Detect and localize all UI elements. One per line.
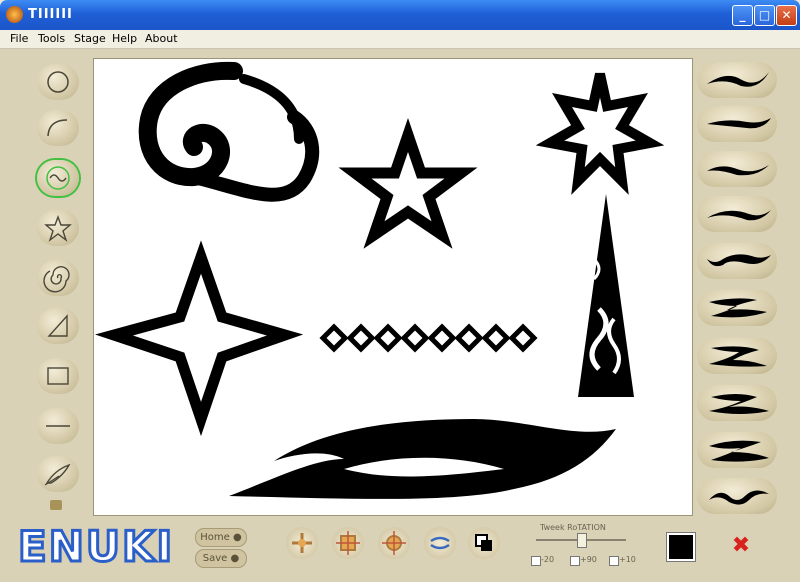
- star-tool[interactable]: [37, 210, 79, 246]
- eight-point-star-shape: [535, 72, 665, 195]
- rotate-plus-10-label: +10: [619, 555, 636, 564]
- brush-stroke-icon: [709, 394, 769, 414]
- star-icon: [44, 215, 72, 242]
- five-point-star-shape: [338, 118, 478, 249]
- brush-stroke-icon: [709, 346, 767, 367]
- delete-icon[interactable]: ✖: [727, 533, 755, 559]
- minimize-button[interactable]: _: [732, 5, 753, 26]
- arc-icon: [47, 119, 68, 137]
- swoosh-shape: [229, 419, 616, 499]
- save-button-label: Save: [202, 553, 228, 564]
- rotate-plus-90-checkbox[interactable]: [570, 556, 580, 566]
- brush-style-3[interactable]: [697, 151, 777, 187]
- brush-stroke-icon: [707, 118, 771, 129]
- menu-stage[interactable]: Stage: [74, 32, 106, 45]
- brush-stroke-icon: [707, 72, 769, 87]
- rotate-minus-20-label: -20: [541, 555, 555, 564]
- home-button-label: Home: [200, 532, 230, 543]
- four-point-star-shape: [95, 240, 304, 437]
- rotate-plus-10-checkbox[interactable]: [609, 556, 619, 566]
- brush-style-7[interactable]: [697, 338, 777, 374]
- brush-style-9[interactable]: [697, 432, 777, 468]
- circle-tool[interactable]: [37, 64, 79, 100]
- wave-tool[interactable]: [37, 160, 79, 196]
- brush-style-1[interactable]: [697, 62, 777, 98]
- brush-stroke-icon: [707, 165, 769, 176]
- brush-stroke-icon: [707, 254, 771, 267]
- title-bar: TIIIIII _ □ ✕: [0, 0, 800, 30]
- close-button[interactable]: ✕: [776, 5, 797, 26]
- rotation-slider-thumb[interactable]: [577, 533, 587, 548]
- rotate-minus-20-checkbox[interactable]: [531, 556, 541, 566]
- menu-file[interactable]: File: [10, 32, 28, 45]
- color-picker-button[interactable]: [666, 532, 696, 562]
- app-logo: ENUKI: [16, 521, 175, 573]
- spiral-icon: [43, 266, 70, 293]
- menu-help[interactable]: Help: [112, 32, 137, 45]
- brush-stroke-icon: [709, 490, 769, 505]
- drawing-canvas[interactable]: [93, 58, 693, 516]
- brush-stroke-icon: [709, 298, 767, 318]
- brush-stroke-icon: [707, 210, 771, 221]
- line-icon: [46, 425, 70, 427]
- color-swatch[interactable]: [50, 500, 62, 510]
- move-tool-button[interactable]: [286, 527, 318, 559]
- brush-style-10[interactable]: [697, 478, 777, 514]
- arc-tool[interactable]: [37, 110, 79, 146]
- scale-icon: [336, 531, 360, 555]
- rotate-plus-90-label: +90: [580, 555, 597, 564]
- spiral-tool[interactable]: [37, 260, 79, 296]
- menu-about[interactable]: About: [145, 32, 178, 45]
- feather-tool[interactable]: [37, 456, 79, 492]
- menu-tools[interactable]: Tools: [38, 32, 65, 45]
- menu-bar: File Tools Stage Help About: [0, 30, 800, 49]
- tower-shape: [578, 194, 634, 397]
- flip-tool-button[interactable]: [424, 527, 456, 559]
- wave-icon: [46, 166, 70, 190]
- spiral-shape: [138, 61, 320, 202]
- rectangle-icon: [47, 367, 69, 385]
- brush-style-5[interactable]: [697, 243, 777, 279]
- brush-stroke-icon: [709, 440, 769, 462]
- brush-style-6[interactable]: [697, 290, 777, 326]
- window-title: TIIIIII: [28, 7, 73, 22]
- maximize-button[interactable]: □: [754, 5, 775, 26]
- diamond-chain-shape: [319, 323, 538, 353]
- layers-icon: [475, 534, 492, 551]
- rotate-icon: [382, 531, 406, 555]
- save-button[interactable]: Save ●: [195, 549, 247, 568]
- rectangle-tool[interactable]: [37, 358, 79, 394]
- slider-label: Tweek RoTATION: [540, 523, 606, 532]
- layer-order-button[interactable]: [468, 527, 500, 559]
- feather-icon: [44, 463, 71, 486]
- canvas-drawing: [95, 61, 665, 499]
- line-tool[interactable]: [37, 408, 79, 444]
- app-icon: [6, 6, 23, 23]
- circle-icon: [47, 71, 69, 93]
- home-button[interactable]: Home ●: [195, 528, 247, 547]
- scale-tool-button[interactable]: [332, 527, 364, 559]
- rotate-tool-button[interactable]: [378, 527, 410, 559]
- triangle-tool[interactable]: [37, 308, 79, 344]
- move-icon: [292, 533, 312, 553]
- brush-style-8[interactable]: [697, 385, 777, 421]
- brush-style-4[interactable]: [697, 196, 777, 232]
- flip-icon: [430, 536, 450, 550]
- brush-style-2[interactable]: [697, 106, 777, 142]
- triangle-icon: [47, 314, 68, 337]
